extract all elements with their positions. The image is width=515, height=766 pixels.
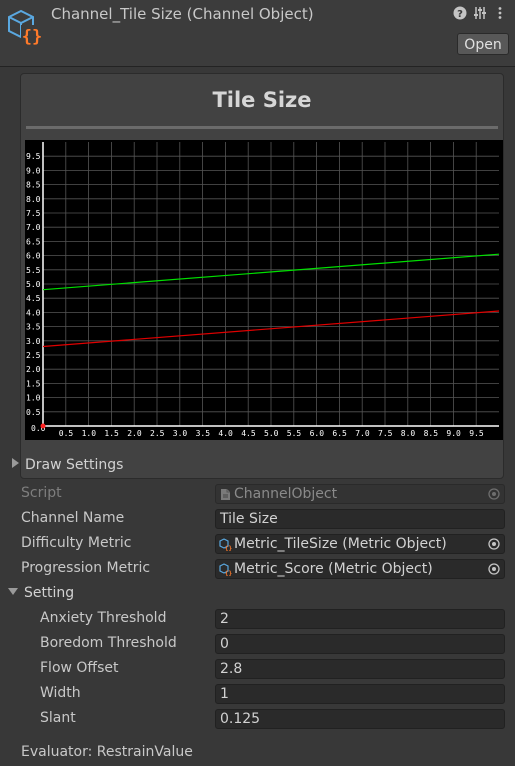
y-tick-label: 8.5 bbox=[26, 181, 41, 190]
inspector-header: {} Channel_Tile Size (Channel Object) ? … bbox=[0, 0, 515, 66]
help-icon[interactable]: ? bbox=[453, 6, 467, 20]
y-tick-label: 4.5 bbox=[26, 294, 41, 303]
metric-object-icon: {} bbox=[219, 537, 232, 551]
y-tick-label: 6.0 bbox=[26, 252, 41, 261]
flow-offset-label: Flow Offset bbox=[40, 660, 119, 676]
graph-background bbox=[25, 140, 503, 440]
x-tick-label: 5.0 bbox=[264, 429, 279, 438]
object-picker-icon bbox=[488, 488, 500, 500]
flow-offset-field[interactable]: 2.8 bbox=[215, 659, 505, 679]
x-tick-label: 7.0 bbox=[355, 429, 370, 438]
x-tick-label: 7.5 bbox=[378, 429, 393, 438]
anxiety-threshold-label: Anxiety Threshold bbox=[40, 610, 167, 626]
script-value: ChannelObject bbox=[234, 485, 338, 502]
script-field: ChannelObject bbox=[215, 484, 505, 504]
preset-sliders-icon[interactable] bbox=[473, 6, 487, 20]
draw-settings-label: Draw Settings bbox=[25, 457, 124, 473]
y-tick-label: 7.5 bbox=[26, 209, 41, 218]
object-picker-icon[interactable] bbox=[488, 563, 500, 575]
slant-field[interactable]: 0.125 bbox=[215, 709, 505, 729]
y-tick-label: 5.0 bbox=[26, 280, 41, 289]
width-label: Width bbox=[40, 685, 81, 701]
channel-name-field[interactable]: Tile Size bbox=[215, 509, 505, 529]
x-tick-label: 2.5 bbox=[150, 429, 165, 438]
setting-label: Setting bbox=[24, 585, 75, 601]
channel-object-icon: {} bbox=[8, 9, 43, 47]
slant-label: Slant bbox=[40, 710, 76, 726]
y-tick-label: 9.5 bbox=[26, 152, 41, 161]
x-tick-label: 1.5 bbox=[104, 429, 119, 438]
svg-text:{}: {} bbox=[22, 27, 42, 47]
x-tick-label: 0.5 bbox=[59, 429, 74, 438]
foldout-arrow-right-icon bbox=[12, 458, 19, 468]
x-tick-label: 4.0 bbox=[218, 429, 233, 438]
x-tick-label: 6.0 bbox=[310, 429, 325, 438]
x-tick-label: 9.0 bbox=[446, 429, 461, 438]
x-tick-label: 9.5 bbox=[469, 429, 484, 438]
y-tick-label: 2.5 bbox=[26, 351, 41, 360]
inspector-title: Channel_Tile Size (Channel Object) bbox=[51, 5, 314, 23]
difficulty-metric-label: Difficulty Metric bbox=[21, 535, 132, 551]
anxiety-threshold-field[interactable]: 2 bbox=[215, 609, 505, 629]
y-tick-label: 1.5 bbox=[26, 379, 41, 388]
preview-title: Tile Size bbox=[212, 88, 312, 112]
y-tick-label: 1.0 bbox=[26, 394, 41, 403]
foldout-arrow-down-icon bbox=[8, 588, 18, 595]
x-tick-label: 5.5 bbox=[287, 429, 302, 438]
setting-foldout[interactable]: Setting bbox=[8, 585, 74, 601]
y-tick-label: 3.0 bbox=[26, 337, 41, 346]
y-tick-label: 3.5 bbox=[26, 323, 41, 332]
y-tick-label: 8.0 bbox=[26, 195, 41, 204]
x-tick-label: 8.0 bbox=[401, 429, 416, 438]
x-tick-label: 1.0 bbox=[82, 429, 97, 438]
svg-text:?: ? bbox=[457, 9, 463, 20]
y-tick-label: 5.5 bbox=[26, 266, 41, 275]
boredom-threshold-label: Boredom Threshold bbox=[40, 635, 177, 651]
y-tick-label: 6.5 bbox=[26, 237, 41, 246]
more-menu-icon[interactable] bbox=[493, 6, 507, 20]
difficulty-metric-field[interactable]: {} Metric_TileSize (Metric Object) bbox=[215, 534, 505, 554]
svg-text:{}: {} bbox=[225, 545, 232, 551]
difficulty-metric-value: Metric_TileSize (Metric Object) bbox=[234, 535, 447, 552]
svg-text:{}: {} bbox=[225, 570, 232, 576]
channel-preview-panel: Tile Size 0.5 1.0 1.5 2.0 2.5 3.0 3.5 4.0 4.5 5.0… bbox=[20, 73, 504, 479]
x-tick-label: 3.0 bbox=[173, 429, 188, 438]
y-tick-label: 4.0 bbox=[26, 308, 41, 317]
draw-settings-foldout[interactable]: Draw Settings bbox=[12, 457, 123, 473]
x-tick-label: 4.5 bbox=[241, 429, 256, 438]
evaluator-label: Evaluator: RestrainValue bbox=[21, 744, 193, 760]
script-label: Script bbox=[21, 485, 62, 501]
y-tick-label: 7.0 bbox=[26, 223, 41, 232]
preview-title-divider bbox=[26, 126, 498, 129]
width-field[interactable]: 1 bbox=[215, 684, 505, 704]
open-button[interactable]: Open bbox=[457, 33, 509, 55]
x-tick-label: 6.5 bbox=[332, 429, 347, 438]
channel-name-label: Channel Name bbox=[21, 510, 125, 526]
y-tick-label: 0.5 bbox=[26, 408, 41, 417]
current-point-marker bbox=[40, 423, 46, 429]
y-tick-label: 9.0 bbox=[26, 166, 41, 175]
boredom-threshold-field[interactable]: 0 bbox=[215, 634, 505, 654]
progression-metric-field[interactable]: {} Metric_Score (Metric Object) bbox=[215, 559, 505, 579]
object-picker-icon[interactable] bbox=[488, 538, 500, 550]
x-tick-label: 8.5 bbox=[424, 429, 439, 438]
progression-metric-label: Progression Metric bbox=[21, 560, 151, 576]
x-tick-label: 2.0 bbox=[127, 429, 142, 438]
metric-object-icon: {} bbox=[219, 562, 232, 576]
channel-graph: 0.5 1.0 1.5 2.0 2.5 3.0 3.5 4.0 4.5 5.0 5.5 6.0 6.5 7… bbox=[25, 140, 503, 440]
x-tick-label: 3.5 bbox=[196, 429, 211, 438]
progression-metric-value: Metric_Score (Metric Object) bbox=[234, 560, 433, 577]
header-divider bbox=[0, 66, 515, 67]
script-file-icon bbox=[221, 488, 230, 500]
y-tick-label: 2.0 bbox=[26, 365, 41, 374]
